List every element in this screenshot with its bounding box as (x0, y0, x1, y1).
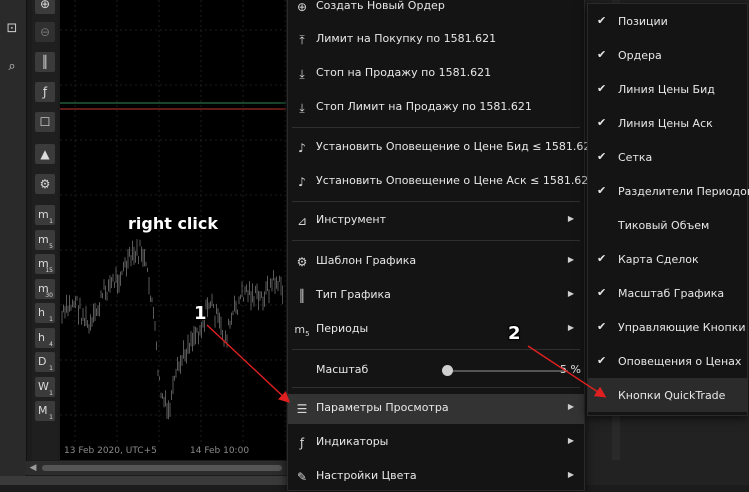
annotation-step-2: 2 (508, 323, 521, 344)
palette-icon: ✎ (296, 470, 308, 484)
period-button[interactable]: h4 (35, 327, 55, 348)
template-icon: ⚙ (296, 255, 308, 269)
menu-sell-stop[interactable]: ⤓ Стоп на Продажу по 1581.621 (288, 59, 584, 89)
zoom-slider-knob[interactable] (442, 365, 453, 376)
menu-separator (292, 349, 580, 350)
submenu-item[interactable]: ✔ Карта Сделок (588, 242, 747, 276)
bell-icon: ♪ (298, 175, 306, 189)
arrow-up-icon: ⤒ (299, 33, 305, 47)
checkmark-icon: ✔ (597, 116, 607, 129)
candlestick-icon: ║ (298, 289, 306, 303)
menu-separator (292, 201, 580, 202)
submenu-item[interactable]: ✔ Позиции (588, 4, 747, 38)
outer-left-toolbar: ⊡ ⌕ (0, 0, 27, 485)
arrow-down-icon: ⤓ (299, 101, 305, 115)
checkmark-icon: ✔ (597, 14, 607, 27)
bot-icon[interactable]: ☐ (35, 112, 55, 132)
context-menu: ⊕ Создать Новый Ордер ⤒ Лимит на Покупку… (287, 0, 597, 492)
menu-create-order[interactable]: ⊕ Создать Новый Ордер (288, 0, 584, 22)
menu-alert-ask[interactable]: ♪ Установить Оповещение о Цене Аск ≤ 158… (288, 167, 595, 197)
menu-sell-stop-limit[interactable]: ⤓ Стоп Лимит на Продажу по 1581.621 (288, 93, 584, 123)
menu-chart-template[interactable]: ⚙ Шаблон Графика ▶ (288, 247, 584, 277)
annotation-right-click: right click (128, 214, 219, 233)
candlestick-icon[interactable]: ║ (35, 52, 55, 72)
period-button[interactable]: D1 (35, 352, 55, 372)
template-icon[interactable]: ▲ (35, 144, 55, 164)
arrow-down-icon: ⤓ (299, 67, 305, 81)
scroll-left-icon[interactable]: ◀ (26, 461, 40, 475)
time-label-1: 13 Feb 2020, UTC+5 (64, 446, 157, 456)
new-order-icon: ⊕ (296, 0, 308, 14)
menu-color-settings[interactable]: ✎ Настройки Цвета ▶ (288, 462, 584, 492)
submenu-item[interactable]: ✔ Управляющие Кнопки (588, 310, 747, 344)
menu-alert-bid[interactable]: ♪ Установить Оповещение о Цене Бид ≤ 158… (288, 133, 597, 163)
submenu-item[interactable]: ✔ Сетка (588, 140, 747, 174)
checkmark-icon: ✔ (597, 286, 607, 299)
submenu-item[interactable]: ✔ Линия Цены Аск (588, 106, 747, 140)
submenu-item[interactable]: ✔ Линия Цены Бид (588, 72, 747, 106)
time-axis: 13 Feb 2020, UTC+5 14 Feb 10:00 (60, 444, 286, 460)
submenu-item[interactable]: ✔ Масштаб Графика (588, 276, 747, 310)
submenu-item[interactable]: ✔ Разделители Периодов (588, 174, 749, 208)
zoom-out-icon[interactable]: ⊖ (35, 22, 55, 42)
submenu-item[interactable]: ✔ Ордера (588, 38, 747, 72)
menu-separator (292, 127, 580, 128)
period-button[interactable]: h1 (35, 303, 55, 323)
checkmark-icon: ✔ (597, 320, 607, 333)
instrument-icon: ⊿ (296, 214, 308, 228)
menu-indicators[interactable]: ƒ Индикаторы ▶ (288, 428, 584, 458)
chevron-right-icon: ▶ (567, 289, 574, 298)
submenu-item[interactable]: Кнопки QuickTrade (588, 378, 747, 412)
period-button[interactable]: M1 (35, 401, 55, 421)
menu-separator (292, 387, 580, 388)
chevron-right-icon: ▶ (567, 255, 574, 264)
chevron-right-icon: ▶ (567, 436, 574, 445)
period-button[interactable]: W1 (35, 376, 55, 397)
period-button[interactable]: m 15 (35, 254, 55, 274)
chevron-right-icon: ▶ (567, 402, 574, 411)
checkmark-icon: ✔ (597, 252, 607, 265)
period-button[interactable]: m5 (35, 229, 55, 250)
zoom-in-icon[interactable]: ⊕ (35, 0, 55, 14)
chevron-right-icon: ▶ (567, 470, 574, 479)
list-check-icon: ☰ (296, 402, 308, 416)
menu-view-options[interactable]: ☰ Параметры Просмотра ▶ (288, 394, 584, 424)
robot-icon[interactable]: ⊡ (3, 20, 21, 38)
settings-chart-icon[interactable]: ⚙ (35, 174, 55, 194)
annotation-step-1: 1 (194, 303, 207, 324)
indicators-icon[interactable]: ƒ (35, 82, 55, 102)
submenu-item[interactable]: Тиковый Объем (588, 208, 747, 242)
menu-periods[interactable]: m5 Периоды ▶ (288, 315, 584, 345)
chevron-right-icon: ▶ (567, 323, 574, 332)
menu-chart-type[interactable]: ║ Тип Графика ▶ (288, 281, 584, 311)
menu-zoom: Масштаб 5 % (316, 363, 581, 376)
checkmark-icon: ✔ (597, 184, 607, 197)
checkmark-icon: ✔ (597, 150, 607, 163)
checkmark-icon: ✔ (597, 82, 607, 95)
submenu-item[interactable]: ✔ Оповещения о Ценах (588, 344, 747, 378)
menu-buy-limit[interactable]: ⤒ Лимит на Покупку по 1581.621 (288, 25, 584, 55)
zoom-slider[interactable] (448, 370, 568, 372)
time-label-2: 14 Feb 10:00 (190, 446, 250, 456)
indicators-icon: ƒ (299, 436, 305, 450)
view-options-submenu: ✔ Позиции ✔ Ордера ✔ Линия Цены Бид ✔ Линия Цен… (587, 3, 749, 416)
scroll-thumb[interactable] (42, 465, 282, 471)
checkmark-icon: ✔ (597, 354, 607, 367)
period-button[interactable]: m1 (35, 205, 55, 225)
menu-instrument[interactable]: ⊿ Инструмент ▶ (288, 206, 584, 236)
bell-icon: ♪ (298, 141, 306, 155)
chart-toolbar: ⊕ ⊖ ║ ƒ ☐ ▲ ⚙ m 1 m 5 m 15 m 30 h 1 h 4 D 1 W 1 M 1 (32, 0, 58, 460)
period-button[interactable]: m 30 (35, 278, 55, 299)
menu-separator (292, 240, 580, 241)
zoom-icon[interactable]: ⌕ (3, 58, 21, 76)
period-icon: m5 (294, 323, 310, 339)
checkmark-icon: ✔ (597, 48, 607, 61)
chevron-right-icon: ▶ (567, 214, 574, 223)
